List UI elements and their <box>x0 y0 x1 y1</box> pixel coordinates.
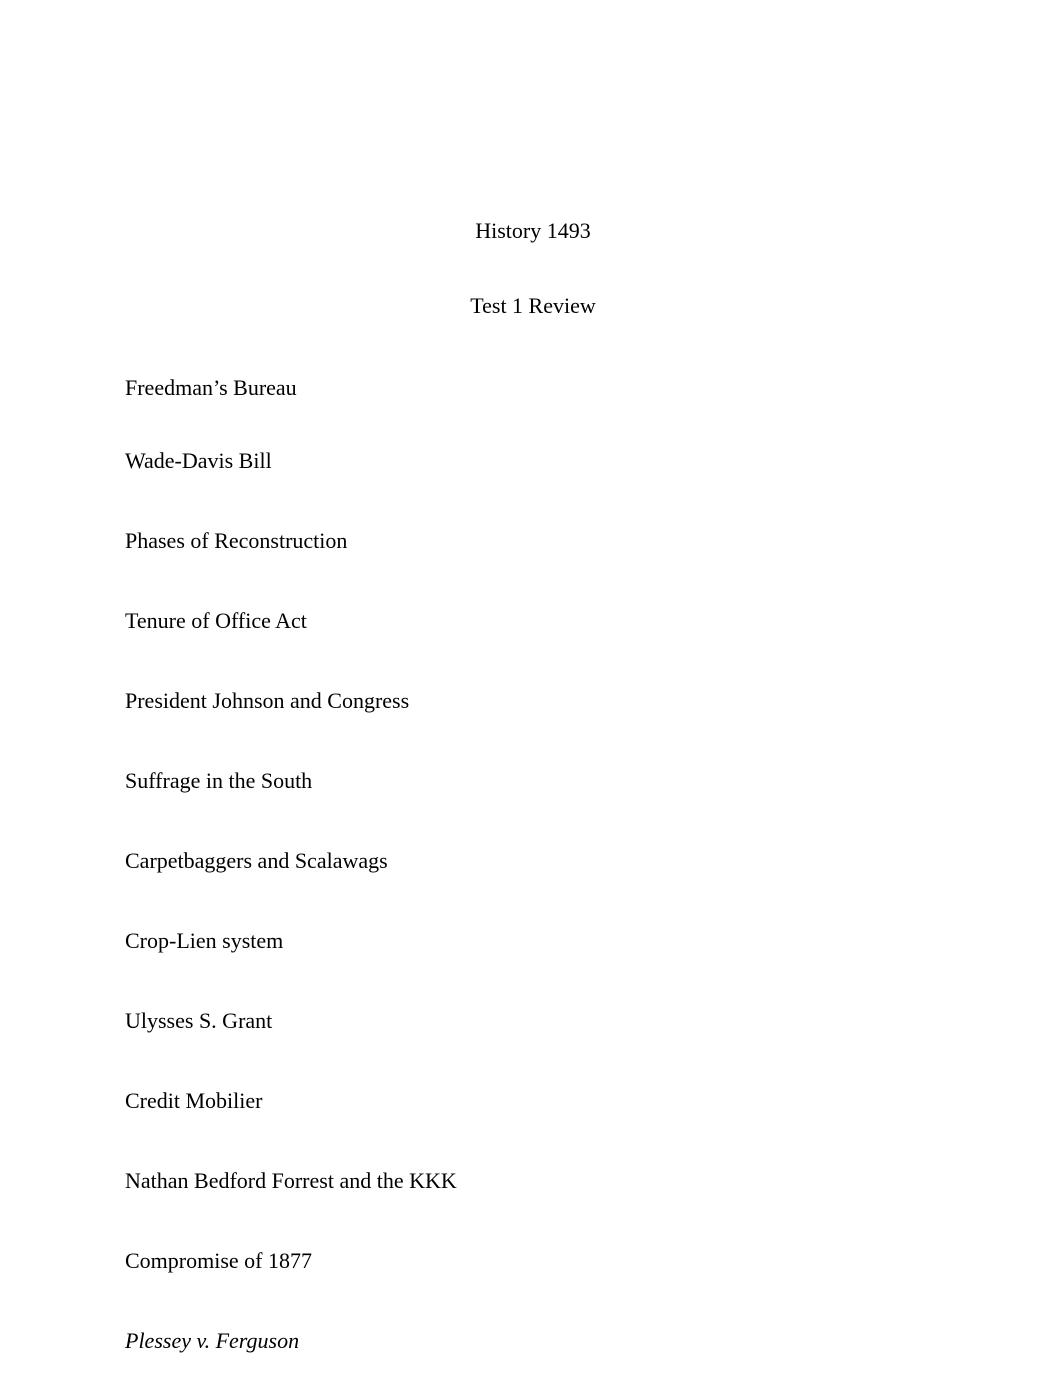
list-item: Ulysses S. Grant <box>125 1008 273 1033</box>
list-item: Credit Mobilier <box>125 1088 263 1113</box>
list-item: Compromise of 1877 <box>125 1248 312 1273</box>
list-item: Freedman’s Bureau <box>125 375 297 400</box>
page-title: History 1493 Test 1 Review <box>125 0 941 368</box>
list-item: Plessey v. Ferguson <box>125 1328 300 1353</box>
title-line-subtitle: Test 1 Review <box>470 293 596 318</box>
list-item: Wade-Davis Bill <box>125 448 272 473</box>
list-item: President Johnson and Congress <box>125 688 410 713</box>
review-topic-list: Freedman’s Bureau Wade-Davis Bill Phases o… <box>125 368 941 1377</box>
list-item: Carpetbaggers and Scalawags <box>125 848 388 873</box>
list-item: Phases of Reconstruction <box>125 528 348 553</box>
list-item: Tenure of Office Act <box>125 608 307 633</box>
list-item: Crop-Lien system <box>125 928 284 953</box>
list-item: Suffrage in the South <box>125 768 313 793</box>
title-line-course: History 1493 <box>475 218 591 243</box>
list-item: Nathan Bedford Forrest and the KKK <box>125 1168 457 1193</box>
document-page: History 1493 Test 1 Review Freedman’s Bu… <box>0 0 1062 1377</box>
document-body: History 1493 Test 1 Review Freedman’s Bu… <box>125 0 941 1377</box>
